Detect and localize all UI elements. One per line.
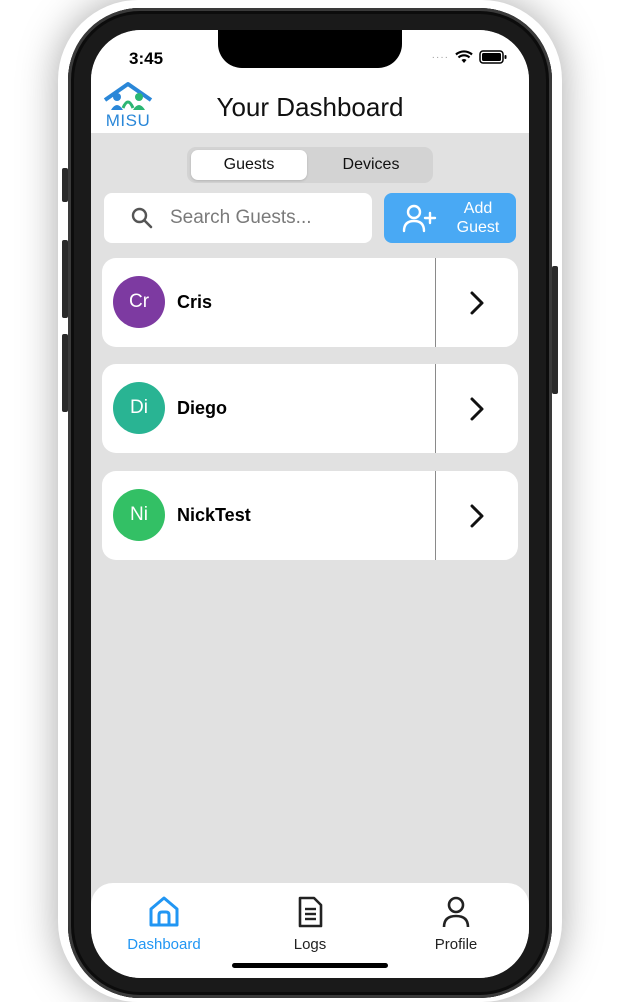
- page-title: Your Dashboard: [216, 92, 404, 122]
- tab-dashboard[interactable]: Dashboard: [109, 895, 219, 953]
- chevron-right-icon[interactable]: [466, 290, 486, 316]
- guest-avatar: Cr: [113, 276, 165, 328]
- tab-dashboard-label: Dashboard: [127, 936, 201, 953]
- app-screen: 3:45 ···· MISU Your Dashboard Guests Dev…: [91, 30, 529, 978]
- tab-logs-label: Logs: [293, 936, 327, 953]
- tab-profile-label: Profile: [434, 936, 478, 953]
- add-guest-button[interactable]: Add Guest: [384, 193, 516, 243]
- card-divider: [435, 364, 436, 453]
- guest-avatar: Ni: [113, 489, 165, 541]
- guest-card[interactable]: Cr Cris: [102, 258, 518, 347]
- battery-icon: [479, 50, 507, 64]
- guest-avatar: Di: [113, 382, 165, 434]
- chevron-right-icon[interactable]: [466, 503, 486, 529]
- wifi-icon: [455, 50, 473, 63]
- home-icon: [149, 896, 179, 927]
- guest-name: Cris: [177, 292, 213, 312]
- status-indicators: ····: [432, 50, 507, 64]
- search-icon: [131, 207, 153, 229]
- status-time: 3:45: [129, 49, 164, 68]
- volume-down-button: [62, 334, 68, 412]
- guest-card[interactable]: Ni NickTest: [102, 471, 518, 560]
- segment-guests-label: Guests: [223, 156, 275, 173]
- tab-profile[interactable]: Profile: [401, 895, 511, 953]
- chevron-right-icon[interactable]: [466, 396, 486, 422]
- add-guest-label: Add Guest: [456, 200, 500, 236]
- power-button: [552, 266, 558, 394]
- card-divider: [435, 258, 436, 347]
- search-field[interactable]: Search Guests...: [104, 193, 372, 243]
- cellular-signal-icon: ····: [431, 51, 449, 63]
- document-icon: [298, 896, 323, 928]
- guests-devices-toggle[interactable]: Guests Devices: [187, 147, 433, 183]
- person-icon: [442, 896, 470, 928]
- camera-notch: [218, 30, 402, 68]
- volume-up-button: [62, 240, 68, 318]
- segment-devices-label: Devices: [342, 156, 400, 173]
- add-person-icon: [402, 204, 437, 233]
- guest-name: Diego: [177, 398, 228, 418]
- card-divider: [435, 471, 436, 560]
- mute-switch: [62, 168, 68, 202]
- guest-card[interactable]: Di Diego: [102, 364, 518, 453]
- tab-logs[interactable]: Logs: [255, 895, 365, 953]
- guest-name: NickTest: [177, 505, 251, 525]
- search-placeholder: Search Guests...: [170, 207, 312, 228]
- segment-guests[interactable]: Guests: [191, 150, 307, 180]
- segment-devices[interactable]: Devices: [313, 150, 429, 180]
- home-indicator: [232, 963, 388, 968]
